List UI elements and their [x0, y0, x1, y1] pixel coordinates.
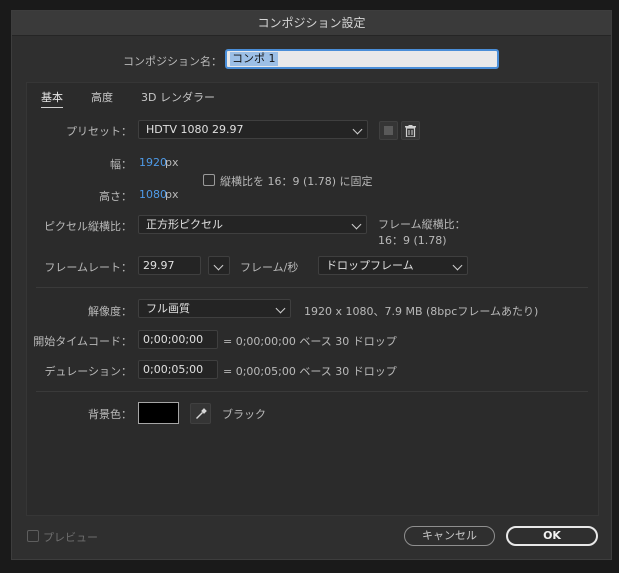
lock-aspect-label: 縦横比を 16：9 (1.78) に固定 — [220, 175, 373, 188]
eyedropper-button[interactable] — [190, 403, 211, 424]
pixel-aspect-dropdown[interactable]: 正方形ピクセル — [138, 215, 367, 234]
start-timecode-input[interactable]: 0;00;00;00 — [138, 330, 218, 349]
preset-value: HDTV 1080 29.97 — [146, 123, 244, 136]
preview-label: プレビュー — [43, 531, 98, 544]
resolution-value: フル画質 — [146, 302, 190, 315]
start-timecode-info: = 0;00;00;00 ベース 30 ドロップ — [223, 335, 397, 348]
settings-panel — [26, 82, 599, 516]
pixel-aspect-value: 正方形ピクセル — [146, 218, 223, 231]
save-preset-icon — [384, 126, 393, 135]
chevron-down-icon — [275, 303, 286, 314]
tab-basic[interactable]: 基本 — [41, 89, 63, 108]
resolution-label: 解像度： — [88, 305, 132, 318]
save-preset-button[interactable] — [379, 121, 398, 140]
frame-rate-unit: フレーム/秒 — [240, 261, 299, 274]
frame-rate-value: 29.97 — [143, 259, 175, 272]
pixel-aspect-label: ピクセル縦横比： — [44, 220, 132, 233]
frame-rate-input[interactable]: 29.97 — [138, 256, 201, 275]
background-color-swatch[interactable] — [138, 402, 179, 424]
frame-rate-label: フレームレート： — [44, 261, 132, 274]
chevron-down-icon — [452, 260, 463, 271]
preset-label: プリセット： — [66, 125, 132, 138]
resolution-info: 1920 x 1080、7.9 MB (8bpcフレームあたり) — [304, 305, 539, 318]
ok-button[interactable]: OK — [506, 526, 598, 546]
comp-name-input[interactable]: コンポ 1 — [225, 49, 499, 69]
duration-info: = 0;00;05;00 ベース 30 ドロップ — [223, 365, 397, 378]
cancel-button[interactable]: キャンセル — [404, 526, 495, 546]
height-value[interactable]: 1080 — [139, 188, 167, 201]
trash-icon — [405, 125, 416, 138]
frame-rate-preset-dropdown[interactable] — [208, 256, 230, 275]
tab-advanced[interactable]: 高度 — [91, 89, 113, 105]
eyedropper-icon — [195, 408, 207, 419]
frame-aspect-label: フレーム縦横比： — [378, 218, 466, 231]
background-color-name: ブラック — [222, 408, 266, 421]
drop-frame-dropdown[interactable]: ドロップフレーム — [318, 256, 468, 275]
tab-3d-renderer[interactable]: 3D レンダラー — [141, 89, 215, 105]
comp-name-value: コンポ 1 — [230, 52, 278, 66]
duration-input[interactable]: 0;00;05;00 — [138, 360, 218, 379]
composition-settings-dialog: コンポジション設定 コンポジション名： コンポ 1 基本 高度 3D レンダラー… — [11, 10, 612, 560]
start-timecode-value: 0;00;00;00 — [143, 333, 204, 346]
start-timecode-label: 開始タイムコード： — [33, 335, 132, 348]
delete-preset-button[interactable] — [401, 121, 420, 140]
duration-label: デュレーション： — [44, 365, 132, 378]
width-value[interactable]: 1920 — [139, 156, 167, 169]
duration-value: 0;00;05;00 — [143, 363, 204, 376]
width-label: 幅： — [110, 158, 132, 171]
resolution-dropdown[interactable]: フル画質 — [138, 299, 291, 318]
drop-frame-value: ドロップフレーム — [326, 259, 414, 272]
background-color-label: 背景色： — [88, 408, 132, 421]
chevron-down-icon — [352, 124, 363, 135]
height-label: 高さ： — [99, 190, 132, 203]
height-unit: px — [165, 188, 179, 201]
dialog-title: コンポジション設定 — [12, 11, 611, 36]
width-unit: px — [165, 156, 179, 169]
preview-checkbox[interactable] — [27, 530, 39, 542]
chevron-down-icon — [351, 219, 362, 230]
frame-aspect-value: 16：9 (1.78) — [378, 234, 447, 247]
comp-name-label: コンポジション名： — [123, 55, 222, 68]
chevron-down-icon — [213, 260, 224, 271]
lock-aspect-checkbox[interactable] — [203, 174, 215, 186]
preset-dropdown[interactable]: HDTV 1080 29.97 — [138, 120, 368, 139]
divider — [36, 287, 588, 288]
divider — [36, 391, 588, 392]
